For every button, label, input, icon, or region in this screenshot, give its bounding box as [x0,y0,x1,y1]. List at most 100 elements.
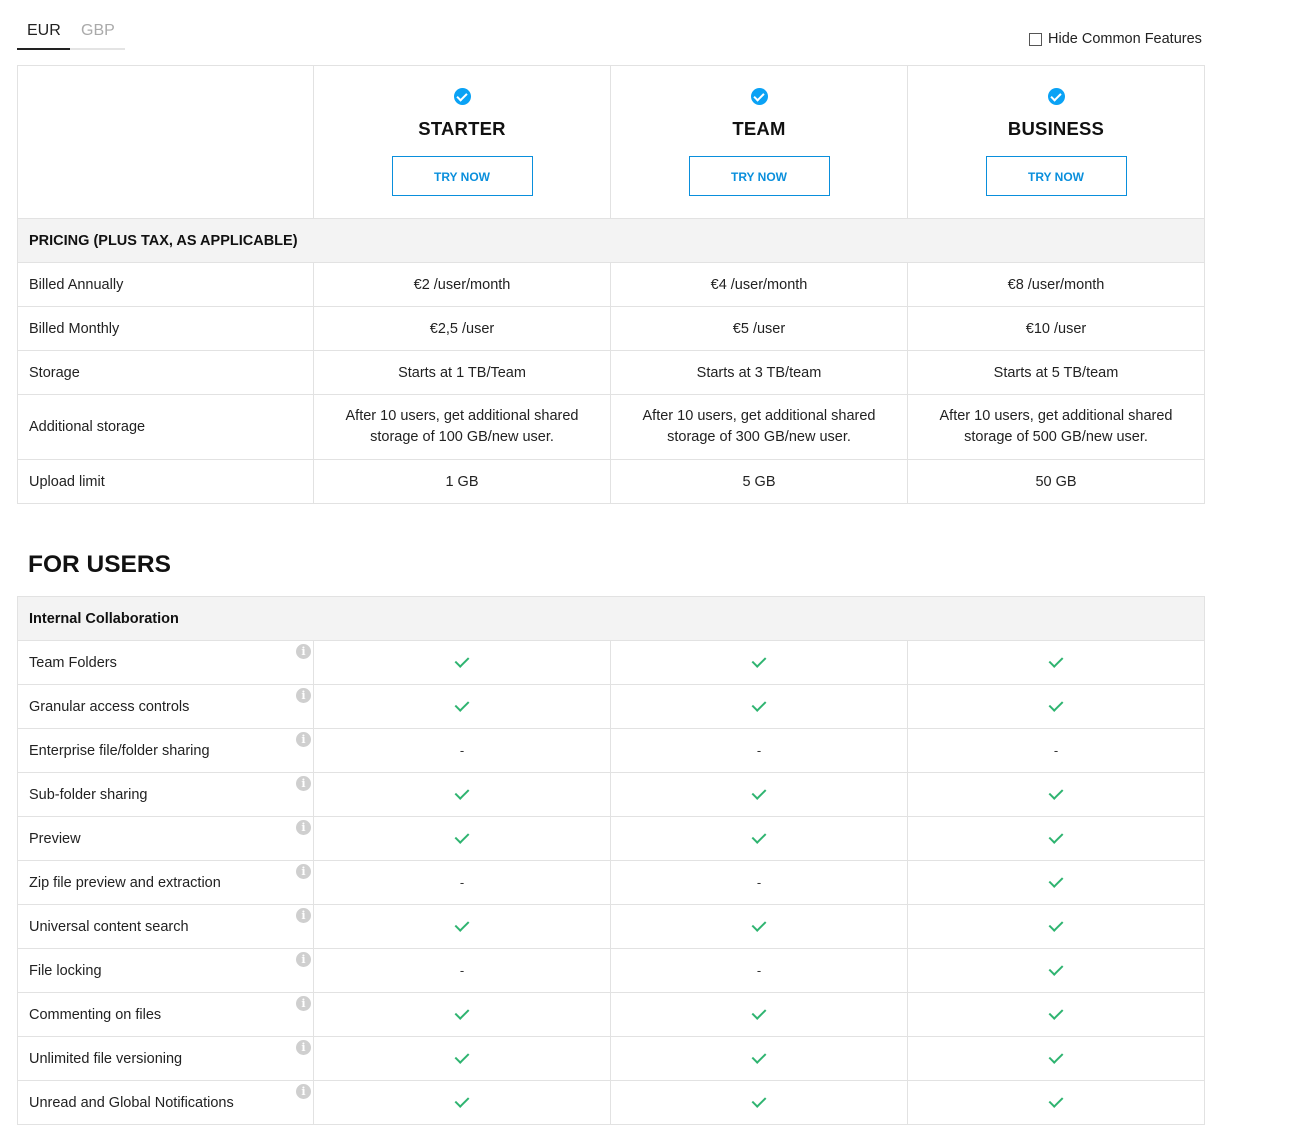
plan-header-team: TEAM TRY NOW [610,65,908,219]
table-row: Upload limit 1 GB 5 GB 50 GB [17,459,1205,504]
section-title: Internal Collaboration [16,596,1206,641]
internal-collaboration-header: Internal Collaboration [16,596,1206,641]
info-icon[interactable]: i [296,732,311,747]
feature-availability-cell [610,640,908,685]
section-title: PRICING (PLUS TAX, AS APPLICABLE) [17,218,1205,263]
checkmark-icon [1048,696,1064,712]
features-table: Internal Collaboration Team Folders i Gran… [16,596,1206,1125]
checkmark-icon [1048,1092,1064,1108]
feature-row: Preview i [17,816,1206,861]
not-available-dash: - [459,874,465,890]
row-label: Storage [17,350,314,395]
feature-row: Enterprise file/folder sharing i - - - [17,728,1206,773]
feature-row: Universal content search i [17,904,1206,949]
currency-tab-eur[interactable]: EUR [27,22,61,40]
active-tab-underline [17,48,70,50]
feature-label: Enterprise file/folder sharing [29,742,210,759]
feature-label-cell: Team Folders i [17,640,314,685]
table-row: Billed Annually €2 /user/month €4 /user/… [17,262,1205,307]
table-row: Billed Monthly €2,5 /user €5 /user €10 /… [17,306,1205,351]
info-icon[interactable]: i [296,908,311,923]
plan-header-starter: STARTER TRY NOW [313,65,611,219]
cell-value: Starts at 1 TB/Team [313,350,611,395]
cell-value: €4 /user/month [610,262,908,307]
currency-tabs: EUR GBP [17,18,125,50]
not-available-dash: - [459,962,465,978]
try-now-button-business[interactable]: TRY NOW [985,156,1127,196]
table-row: Additional storage After 10 users, get a… [17,394,1205,460]
feature-availability-cell: - [610,860,908,905]
check-circle-icon [453,88,471,105]
cell-value: €10 /user [907,306,1205,351]
cell-value: €2,5 /user [313,306,611,351]
pricing-table: STARTER TRY NOW TEAM TRY NOW BUSINESS TR… [17,65,1205,504]
currency-tab-gbp[interactable]: GBP [81,22,115,40]
cell-value: 5 GB [610,459,908,504]
plan-header-row: STARTER TRY NOW TEAM TRY NOW BUSINESS TR… [17,65,1205,219]
feature-row: Team Folders i [17,640,1206,685]
feature-availability-cell [313,992,611,1037]
feature-availability-cell [610,684,908,729]
info-icon[interactable]: i [296,688,311,703]
feature-row: Sub-folder sharing i [17,772,1206,817]
info-icon[interactable]: i [296,644,311,659]
feature-availability-cell [313,772,611,817]
feature-row: Commenting on files i [17,992,1206,1037]
checkmark-icon [454,828,470,844]
checkmark-icon [454,652,470,668]
row-label: Billed Monthly [17,306,314,351]
feature-availability-cell [313,684,611,729]
row-label: Upload limit [17,459,314,504]
checkmark-icon [1048,784,1064,800]
feature-availability-cell [313,816,611,861]
feature-availability-cell [313,640,611,685]
feature-availability-cell [906,772,1206,817]
pricing-section-header: PRICING (PLUS TAX, AS APPLICABLE) [17,218,1205,263]
info-icon[interactable]: i [296,952,311,967]
plan-header-business: BUSINESS TRY NOW [907,65,1205,219]
feature-label-cell: File locking i [17,948,314,993]
try-now-button-team[interactable]: TRY NOW [688,156,830,196]
not-available-dash: - [1053,742,1059,758]
feature-label: Granular access controls [29,698,190,715]
checkmark-icon [454,1004,470,1020]
feature-row: Zip file preview and extraction i - - [17,860,1206,905]
cell-value: €8 /user/month [907,262,1205,307]
not-available-dash: - [756,742,762,758]
cell-value: 50 GB [907,459,1205,504]
hide-common-features-checkbox[interactable] [1029,32,1042,46]
feature-label: Sub-folder sharing [29,786,148,803]
info-icon[interactable]: i [296,820,311,835]
hide-common-features-toggle[interactable]: Hide Common Features [1029,31,1202,47]
info-icon[interactable]: i [296,1084,311,1099]
info-icon[interactable]: i [296,776,311,791]
checkmark-icon [751,1048,767,1064]
feature-availability-cell [906,640,1206,685]
feature-label: Preview [29,830,81,847]
cell-value: €5 /user [610,306,908,351]
table-row: Storage Starts at 1 TB/Team Starts at 3 … [17,350,1205,395]
cell-value: 1 GB [313,459,611,504]
info-icon[interactable]: i [296,996,311,1011]
feature-availability-cell [906,1036,1206,1081]
plan-header-empty [17,65,314,219]
feature-availability-cell: - [313,948,611,993]
feature-availability-cell [313,904,611,949]
feature-label-cell: Unread and Global Notifications i [17,1080,314,1125]
info-icon[interactable]: i [296,1040,311,1055]
feature-label-cell: Universal content search i [17,904,314,949]
feature-label-cell: Unlimited file versioning i [17,1036,314,1081]
feature-availability-cell [906,684,1206,729]
feature-availability-cell: - [610,948,908,993]
try-now-button-starter[interactable]: TRY NOW [391,156,533,196]
info-icon[interactable]: i [296,864,311,879]
checkmark-icon [751,1004,767,1020]
cell-value: €2 /user/month [313,262,611,307]
feature-label: Commenting on files [29,1006,162,1023]
feature-availability-cell [610,1080,908,1125]
checkmark-icon [751,696,767,712]
feature-availability-cell [610,992,908,1037]
feature-row: Unread and Global Notifications i [17,1080,1206,1125]
checkmark-icon [1048,960,1064,976]
feature-availability-cell [906,1080,1206,1125]
